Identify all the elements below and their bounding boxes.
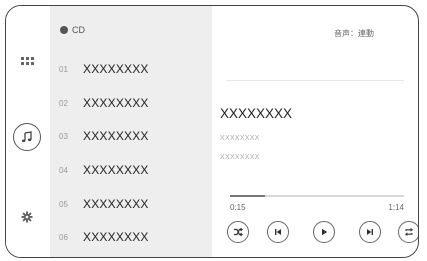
source-label: CD [72, 25, 85, 35]
next-track-icon [367, 229, 373, 235]
audio-source-button[interactable] [6, 120, 48, 154]
track-title: XXXXXXXX [83, 230, 149, 244]
track-row[interactable]: 06 XXXXXXXX [50, 223, 212, 253]
track-row[interactable]: 02 XXXXXXXX [50, 89, 212, 119]
track-row[interactable]: 05 XXXXXXXX [50, 190, 212, 220]
track-number: 05 [59, 200, 68, 209]
next-track-button[interactable] [359, 221, 381, 243]
settings-button[interactable] [6, 200, 48, 234]
track-number: 06 [59, 233, 68, 242]
repeat-button[interactable] [398, 221, 418, 243]
apps-grid-icon [20, 57, 34, 65]
progress-fill [230, 195, 265, 197]
progress-bar[interactable] [230, 195, 404, 197]
track-title: XXXXXXXX [83, 129, 149, 143]
track-title: XXXXXXXX [83, 197, 149, 211]
track-title: XXXXXXXX [83, 62, 149, 76]
previous-track-button[interactable] [267, 221, 289, 243]
play-button[interactable] [313, 221, 335, 243]
elapsed-time: 0:15 [230, 203, 246, 212]
total-time: 1:14 [388, 203, 404, 212]
audio-screen: CD 01 XXXXXXXX 02 XXXXXXXX 03 XXXXXXXX 0… [5, 5, 419, 258]
sound-mode-button[interactable]: 音声：連動 [334, 28, 374, 39]
track-row[interactable]: 04 XXXXXXXX [50, 156, 212, 186]
disc-icon [60, 26, 68, 34]
sidebar [6, 6, 48, 257]
divider [226, 80, 404, 81]
track-row[interactable]: 03 XXXXXXXX [50, 122, 212, 152]
track-row[interactable]: 01 XXXXXXXX [50, 55, 212, 85]
artist-name: XXXXXXXX [220, 135, 260, 142]
apps-menu-button[interactable] [6, 44, 48, 78]
track-list: CD 01 XXXXXXXX 02 XXXXXXXX 03 XXXXXXXX 0… [50, 6, 212, 257]
album-name: XXXXXXXX [220, 154, 260, 161]
track-number: 01 [59, 65, 68, 74]
repeat-icon [405, 228, 413, 236]
shuffle-button[interactable] [227, 221, 249, 243]
track-number: 03 [59, 132, 68, 141]
track-title: XXXXXXXX [83, 163, 149, 177]
song-title: XXXXXXXX [220, 106, 293, 121]
music-note-icon [13, 123, 41, 151]
track-title: XXXXXXXX [83, 96, 149, 110]
now-playing-panel: 音声：連動 XXXXXXXX XXXXXXXX XXXXXXXX 0:15 1:… [212, 6, 418, 257]
play-icon [322, 228, 328, 236]
source-header: CD [60, 25, 85, 35]
previous-track-icon [275, 229, 281, 235]
track-number: 04 [59, 166, 68, 175]
settings-gear-icon [21, 211, 33, 223]
track-number: 02 [59, 99, 68, 108]
shuffle-icon [234, 227, 243, 237]
